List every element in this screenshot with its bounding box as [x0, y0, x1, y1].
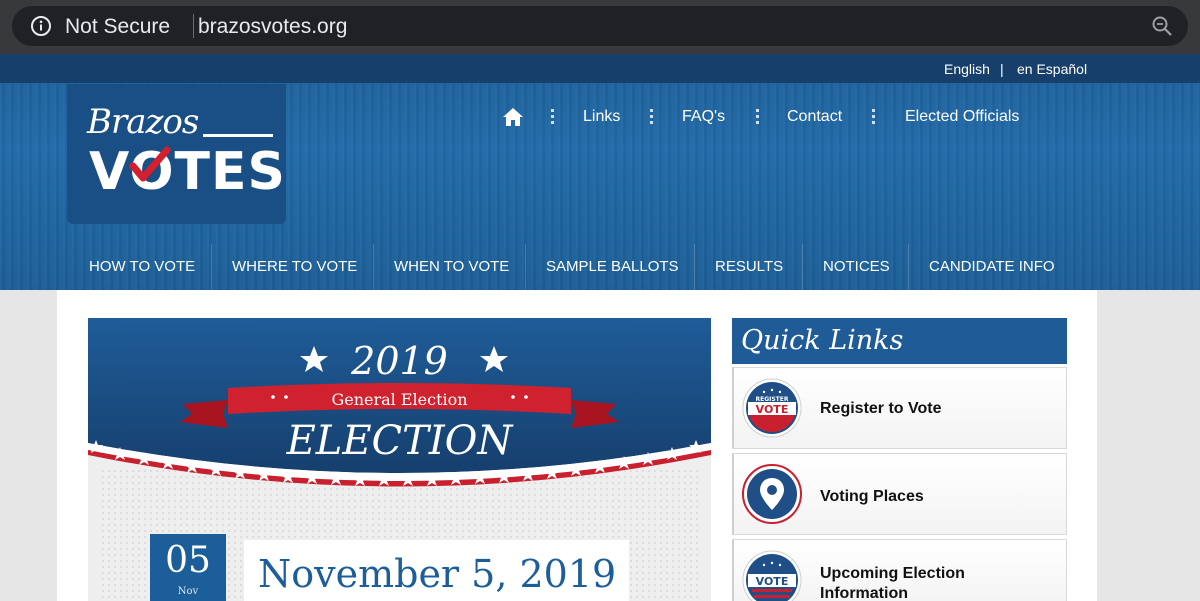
- date-day: 05: [165, 540, 211, 581]
- checkmark-icon: [129, 146, 171, 182]
- language-bar: English | en Español: [0, 54, 1200, 83]
- date-month: Nov: [177, 586, 199, 597]
- browser-toolbar: Not Secure brazosvotes.org: [0, 0, 1200, 54]
- logo-brazos-text: Brazos: [87, 102, 199, 142]
- quick-link-register-to-vote[interactable]: REGISTER VOTE Register to Vote: [732, 367, 1067, 449]
- date-badge: 05 Nov: [150, 534, 226, 601]
- nav-divider: [756, 109, 760, 129]
- quick-link-label: Upcoming Election Information: [820, 565, 965, 601]
- site-logo[interactable]: Brazos VOTES: [67, 84, 286, 224]
- nav-when-to-vote[interactable]: WHEN TO VOTE: [394, 258, 509, 275]
- quick-links-header: Quick Links: [732, 318, 1067, 364]
- url-text[interactable]: brazosvotes.org: [198, 15, 347, 39]
- map-pin-icon: [742, 464, 802, 524]
- nav-divider: [650, 109, 654, 129]
- banner-year: 2019: [351, 339, 448, 383]
- logo-underline: [203, 134, 273, 137]
- language-spanish-link[interactable]: en Español: [1017, 61, 1087, 77]
- nav-divider: [525, 244, 526, 290]
- nav-divider: [872, 109, 876, 129]
- address-bar[interactable]: Not Secure brazosvotes.org: [12, 6, 1188, 46]
- top-nav-links[interactable]: Links: [583, 108, 620, 126]
- register-to-vote-badge-icon: REGISTER VOTE: [742, 378, 802, 438]
- nav-divider: [211, 244, 212, 290]
- nav-notices[interactable]: NOTICES: [823, 258, 890, 275]
- top-nav-faqs[interactable]: FAQ's: [682, 108, 725, 126]
- logo-votes-text: VOTES: [89, 142, 286, 202]
- language-english-link[interactable]: English: [944, 61, 990, 77]
- language-separator: |: [1000, 61, 1004, 77]
- nav-divider: [694, 244, 695, 290]
- nav-how-to-vote[interactable]: HOW TO VOTE: [89, 258, 195, 275]
- home-icon[interactable]: [502, 106, 524, 128]
- info-icon[interactable]: [30, 15, 52, 37]
- top-nav-elected-officials[interactable]: Elected Officials: [905, 108, 1019, 126]
- top-nav-contact[interactable]: Contact: [787, 108, 842, 126]
- quick-links-title: Quick Links: [741, 325, 904, 356]
- nav-sample-ballots[interactable]: SAMPLE BALLOTS: [546, 258, 679, 275]
- svg-text:REGISTER: REGISTER: [755, 396, 788, 403]
- election-banner[interactable]: 2019 General Election ELECTION 05 Nov No…: [88, 318, 711, 601]
- nav-results[interactable]: RESULTS: [715, 258, 783, 275]
- quick-link-label: Voting Places: [820, 488, 924, 505]
- nav-where-to-vote[interactable]: WHERE TO VOTE: [232, 258, 357, 275]
- zoom-icon[interactable]: [1151, 15, 1173, 37]
- svg-text:VOTE: VOTE: [756, 403, 789, 416]
- election-date: November 5, 2019: [258, 552, 617, 596]
- vote-badge-icon: VOTE: [742, 550, 802, 601]
- site-header: English | en Español Brazos VOTES Links …: [0, 54, 1200, 290]
- nav-divider: [802, 244, 803, 290]
- nav-divider: [373, 244, 374, 290]
- banner-heading: ELECTION: [286, 418, 513, 464]
- security-status[interactable]: Not Secure: [65, 15, 170, 39]
- address-separator: [193, 14, 194, 38]
- quick-link-label: Register to Vote: [820, 400, 942, 417]
- banner-ribbon-text: General Election: [331, 390, 468, 409]
- nav-candidate-info[interactable]: CANDIDATE INFO: [929, 258, 1055, 275]
- quick-link-upcoming-election[interactable]: VOTE Upcoming Election Information: [732, 539, 1067, 601]
- nav-divider: [908, 244, 909, 290]
- nav-divider: [551, 109, 555, 129]
- quick-link-voting-places[interactable]: Voting Places: [732, 453, 1067, 535]
- svg-text:VOTE: VOTE: [756, 575, 789, 588]
